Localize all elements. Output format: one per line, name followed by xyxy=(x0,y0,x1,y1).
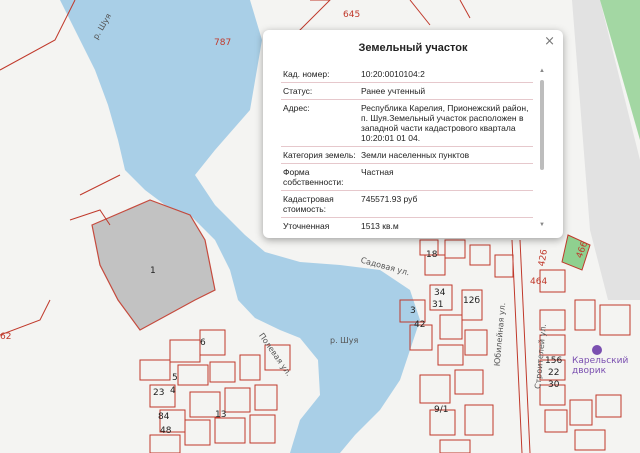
parcel-info-popup: Земельный участок × Кад. номер: 10:20:001… xyxy=(263,30,563,238)
table-row: Кадастровая стоимость: 745571.93 руб xyxy=(281,190,533,218)
popup-title: Земельный участок xyxy=(358,42,468,54)
table-row: Категория земель: Земли населенных пункто… xyxy=(281,146,533,164)
parcel-number: 645 xyxy=(343,10,361,20)
house-number: 12б xyxy=(463,296,481,306)
river-label-bottom: р. Шуя xyxy=(330,336,359,345)
house-number: 31 xyxy=(432,300,444,310)
house-number: 13 xyxy=(215,410,227,420)
row-key: Адрес: xyxy=(281,99,359,147)
popup-scrollbar[interactable]: ▲ ▼ xyxy=(539,68,545,228)
house-number: 4 xyxy=(170,386,176,396)
table-row: Уточненная площадь:1513 кв.м xyxy=(281,217,533,230)
poi-label[interactable]: Карельский дворик xyxy=(572,356,628,376)
row-key: Категория земель: xyxy=(281,146,359,164)
row-key: Кад. номер: xyxy=(281,66,359,83)
row-value: Частная xyxy=(359,163,533,191)
row-value: Республика Карелия, Прионежский район, п… xyxy=(359,99,533,147)
scroll-up-icon[interactable]: ▲ xyxy=(539,68,545,74)
house-number: 9/1 xyxy=(434,405,449,415)
house-number: 156 xyxy=(545,356,563,366)
house-number: 5 xyxy=(172,373,178,383)
house-number: 1 xyxy=(150,266,156,276)
row-value: 745571.93 руб xyxy=(359,190,533,218)
row-key: Форма собственности: xyxy=(281,163,359,191)
poi-label-line1: Карельский xyxy=(572,356,629,366)
parcel-number: 787 xyxy=(214,38,232,48)
table-row: Статус: Ранее учтенный xyxy=(281,82,533,100)
parcel-number: 464 xyxy=(530,277,548,287)
table-row: Адрес: Республика Карелия, Прионежский ра… xyxy=(281,99,533,147)
house-number: 84 xyxy=(158,412,170,422)
house-number: 3 xyxy=(410,306,416,316)
row-value: 1513 кв.м xyxy=(359,217,533,230)
scroll-thumb[interactable] xyxy=(540,80,544,170)
popup-scroll-area[interactable]: Кад. номер: 10:20:0010104:2 Статус: Ранее … xyxy=(281,66,537,230)
parcel-info-table: Кад. номер: 10:20:0010104:2 Статус: Ранее … xyxy=(281,66,533,230)
house-number: 6 xyxy=(200,338,206,348)
poi-label-line2: дворик xyxy=(572,366,607,376)
row-key: Уточненная площадь: xyxy=(281,217,359,230)
house-number: 30 xyxy=(548,380,560,390)
close-icon[interactable]: × xyxy=(544,34,555,49)
house-number: 34 xyxy=(434,288,446,298)
scroll-down-icon[interactable]: ▼ xyxy=(539,222,545,228)
row-key: Статус: xyxy=(281,82,359,100)
row-value: Земли населенных пунктов xyxy=(359,146,533,164)
house-number: 18 xyxy=(426,250,438,260)
house-number: 42 xyxy=(414,320,426,330)
poi-marker[interactable] xyxy=(592,345,602,355)
table-row: Кад. номер: 10:20:0010104:2 xyxy=(281,66,533,83)
row-value: Ранее учтенный xyxy=(359,82,533,100)
row-key: Кадастровая стоимость: xyxy=(281,190,359,218)
parcel-number: 62 xyxy=(0,332,12,342)
house-number: 22 xyxy=(548,368,560,378)
row-value: 10:20:0010104:2 xyxy=(359,66,533,83)
house-number: 48 xyxy=(160,426,172,436)
house-number: 23 xyxy=(153,388,165,398)
table-row: Форма собственности: Частная xyxy=(281,163,533,191)
